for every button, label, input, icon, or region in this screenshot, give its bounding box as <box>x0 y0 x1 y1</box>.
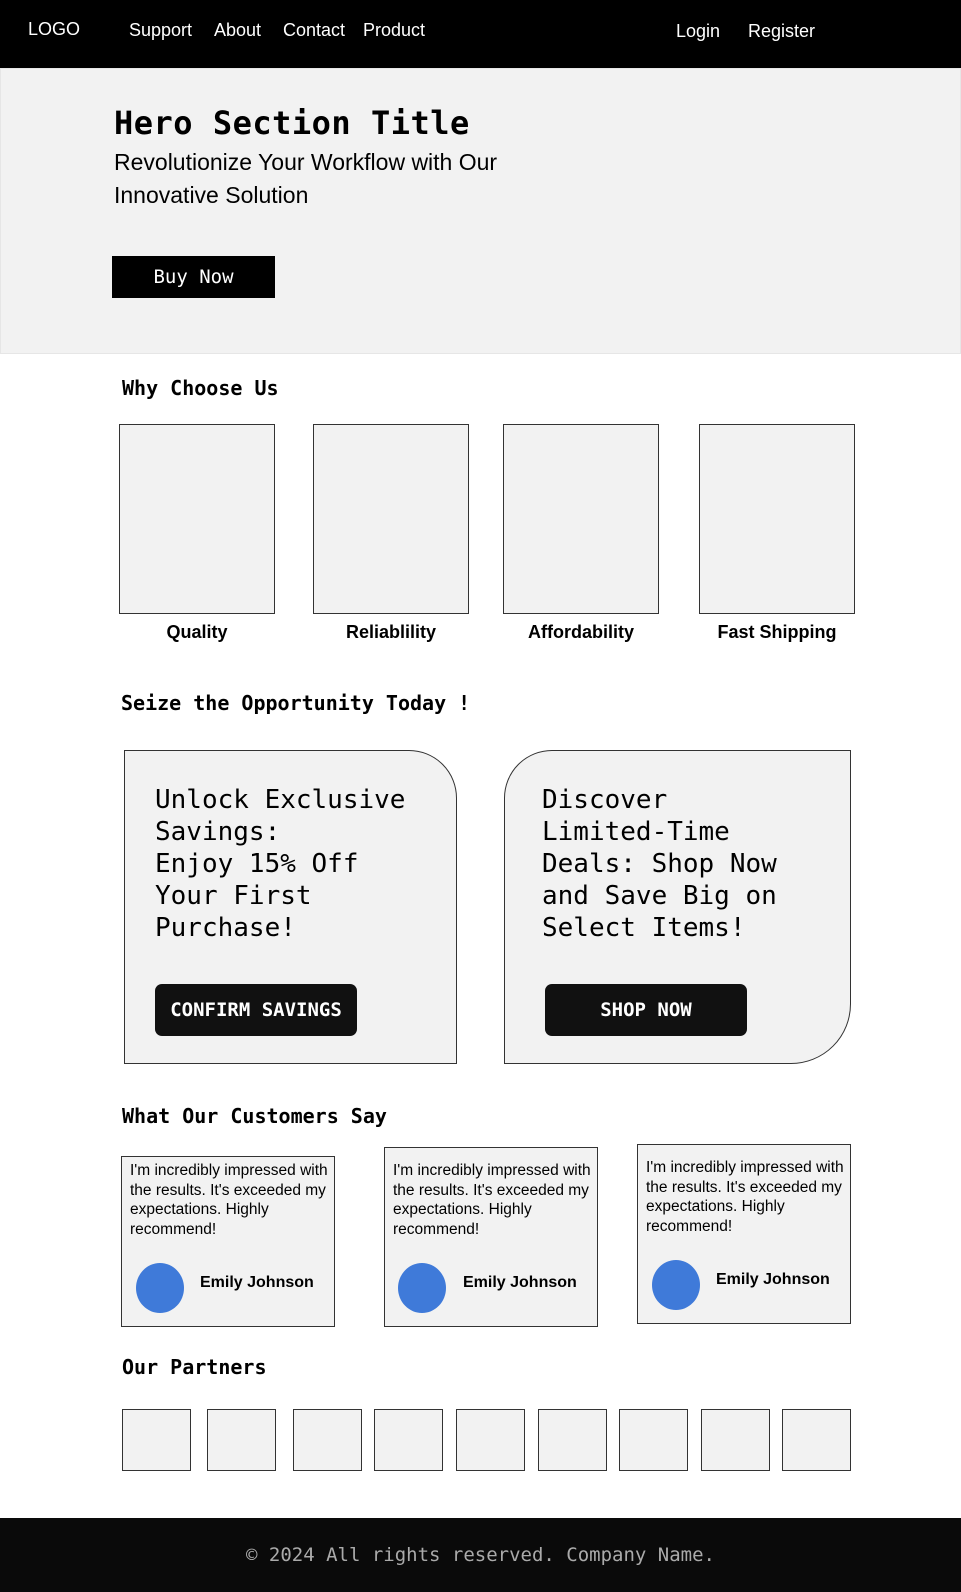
testimonials-title: What Our Customers Say <box>122 1104 387 1128</box>
avatar <box>652 1260 700 1310</box>
hero-title: Hero Section Title <box>114 104 470 142</box>
why-choose-us-title: Why Choose Us <box>122 376 279 400</box>
testimonial-quote: I'm incredibly impressed with the result… <box>130 1162 328 1238</box>
avatar <box>398 1263 446 1313</box>
logo[interactable]: LOGO <box>28 19 80 40</box>
nav-support-link[interactable]: Support <box>129 20 192 41</box>
feature-label-fast-shipping: Fast Shipping <box>717 622 837 642</box>
feature-image-reliability <box>313 424 469 614</box>
footer-copyright: © 2024 All rights reserved. Company Name… <box>246 1544 715 1566</box>
register-link[interactable]: Register <box>748 21 815 42</box>
partner-logo[interactable] <box>207 1409 276 1471</box>
partner-logo[interactable] <box>122 1409 191 1471</box>
testimonial-quote: I'm incredibly impressed with the result… <box>646 1159 844 1235</box>
feature-label-reliability: Reliablility <box>345 622 437 642</box>
feature-image-fast-shipping <box>699 424 855 614</box>
testimonial-author-name: Emily Johnson <box>463 1274 577 1291</box>
nav-product-link[interactable]: Product <box>363 20 425 41</box>
nav-contact-link[interactable]: Contact <box>283 20 345 41</box>
feature-label-quality: Quality <box>166 622 228 642</box>
feature-label-affordability: Affordability <box>528 622 634 642</box>
offers-title: Seize the Opportunity Today ! <box>121 691 471 715</box>
partner-logo[interactable] <box>293 1409 362 1471</box>
login-link[interactable]: Login <box>676 21 720 42</box>
promo-text-deals: Discover Limited-Time Deals: Shop Now an… <box>542 785 777 943</box>
partner-logo[interactable] <box>701 1409 770 1471</box>
partner-logo[interactable] <box>619 1409 688 1471</box>
shop-now-button[interactable]: SHOP NOW <box>545 984 747 1036</box>
feature-image-quality <box>119 424 275 614</box>
partners-title: Our Partners <box>122 1355 267 1379</box>
buy-now-button[interactable]: Buy Now <box>112 256 275 298</box>
testimonial-author-name: Emily Johnson <box>200 1274 314 1291</box>
nav-about-link[interactable]: About <box>214 20 261 41</box>
testimonial-quote: I'm incredibly impressed with the result… <box>393 1162 591 1238</box>
testimonial-author-name: Emily Johnson <box>716 1271 830 1288</box>
partner-logo[interactable] <box>374 1409 443 1471</box>
footer: © 2024 All rights reserved. Company Name… <box>0 1518 961 1592</box>
partner-logo[interactable] <box>456 1409 525 1471</box>
partner-logo[interactable] <box>538 1409 607 1471</box>
avatar <box>136 1263 184 1313</box>
promo-text-savings: Unlock Exclusive Savings: Enjoy 15% Off … <box>155 785 406 943</box>
confirm-savings-button[interactable]: CONFIRM SAVINGS <box>155 984 357 1036</box>
feature-image-affordability <box>503 424 659 614</box>
partner-logo[interactable] <box>782 1409 851 1471</box>
hero-subtitle: Revolutionize Your Workflow with Our Inn… <box>114 149 498 208</box>
